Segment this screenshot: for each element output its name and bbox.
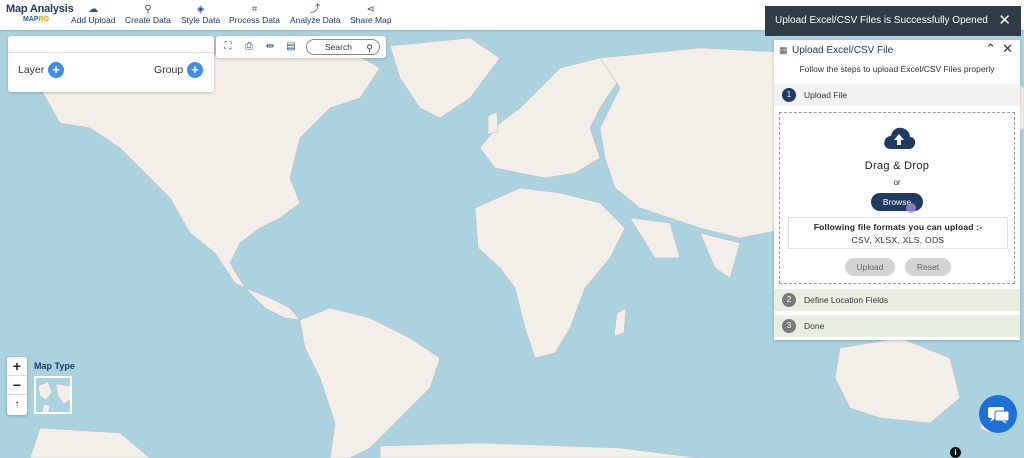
- dropzone-title: Drag & Drop: [864, 160, 930, 172]
- map-tools-bar: ⛶ ⎙ ⇹ ▤ Search ⚲: [216, 36, 386, 58]
- brand-subtitle: MAPRO: [6, 16, 66, 23]
- step-label: Done: [804, 321, 825, 331]
- add-layer-button[interactable]: +: [48, 62, 64, 78]
- layer-panel-divider: [8, 52, 214, 53]
- group-label: Group: [154, 64, 184, 76]
- process-nodes-icon: ⌗: [251, 4, 258, 15]
- zoom-out-button[interactable]: −: [7, 376, 27, 395]
- brand-logo[interactable]: Map Analysis MAPRO: [6, 3, 74, 23]
- menu-share-map-label: Share Map: [350, 15, 392, 25]
- menu-process-data[interactable]: ⌗ Process Data: [229, 4, 280, 25]
- reset-north-button[interactable]: ↑: [7, 395, 27, 414]
- toast-message: Upload Excel/CSV Files is Successfully O…: [775, 15, 988, 26]
- zoom-in-button[interactable]: +: [7, 357, 27, 376]
- cloud-upload-icon: [884, 127, 916, 149]
- file-formats-box: Following file formats you can upload :-…: [788, 217, 1008, 249]
- step-number: 1: [782, 88, 796, 102]
- map-type-label: Map Type: [34, 361, 75, 371]
- collapse-icon[interactable]: ⌃: [985, 41, 996, 57]
- map-thumbnail-image: [37, 381, 70, 412]
- menu-add-upload[interactable]: ☁ Add Upload: [71, 4, 115, 25]
- print-icon[interactable]: ⎙: [243, 41, 255, 53]
- measure-icon[interactable]: ⇹: [264, 41, 276, 53]
- upload-panel-subtitle: Follow the steps to upload Excel/CSV Fil…: [799, 64, 995, 74]
- menu-style-data-label: Style Data: [181, 15, 221, 25]
- search-label: Search: [325, 42, 352, 52]
- step-define-location[interactable]: 2 Define Location Fields: [774, 289, 1020, 311]
- search-icon: ⚲: [366, 43, 373, 53]
- brand-title: Map Analysis: [6, 3, 74, 15]
- chat-button[interactable]: [979, 395, 1017, 433]
- menu-style-data[interactable]: ◈ Style Data: [181, 4, 220, 25]
- map-type-thumbnail[interactable]: [34, 376, 72, 414]
- layer-panel: Layer + Group +: [8, 36, 214, 92]
- step-label: Upload File: [804, 90, 847, 100]
- upload-panel: ▦ Upload Excel/CSV File ⌃ ✕ Follow the s…: [774, 40, 1020, 340]
- menu-create-data-label: Create Data: [125, 15, 171, 25]
- formats-list: CSV, XLSX, XLS, ODS: [851, 235, 945, 245]
- step-upload-file[interactable]: 1 Upload File: [774, 84, 1020, 106]
- info-icon[interactable]: i: [950, 447, 961, 458]
- success-toast: Upload Excel/CSV Files is Successfully O…: [765, 6, 1021, 36]
- step-number: 3: [782, 319, 796, 333]
- brand-sub-prefix: MAP: [22, 16, 39, 23]
- menu-add-upload-label: Add Upload: [71, 15, 116, 25]
- menu-analyze-data-label: Analyze Data: [290, 15, 341, 25]
- pointer-cursor-icon: [906, 203, 916, 213]
- reset-button[interactable]: Reset: [905, 258, 951, 276]
- fullscreen-icon[interactable]: ⛶: [222, 41, 234, 53]
- step-number: 2: [782, 293, 796, 307]
- menu-analyze-data[interactable]: ⤴ Analyze Data: [290, 4, 341, 25]
- upload-panel-title: Upload Excel/CSV File: [792, 45, 894, 56]
- close-panel-icon[interactable]: ✕: [1002, 41, 1013, 57]
- add-group-button[interactable]: +: [187, 62, 203, 78]
- table-icon: ▦: [779, 45, 788, 55]
- menu-process-data-label: Process Data: [229, 15, 281, 25]
- analyze-chart-icon: ⤴: [310, 4, 321, 15]
- comment-icon[interactable]: ▤: [285, 41, 297, 53]
- chat-bubble-icon: [988, 407, 1010, 424]
- menu-create-data[interactable]: ⚲ Create Data: [125, 4, 171, 25]
- layer-label: Layer: [18, 64, 45, 76]
- step-label: Define Location Fields: [804, 295, 889, 305]
- formats-title: Following file formats you can upload :-: [813, 222, 983, 232]
- dropzone-or: or: [893, 178, 901, 187]
- brand-sub-accent: RO: [38, 16, 50, 23]
- cloud-upload-icon: ☁: [88, 4, 99, 15]
- upload-panel-header: ▦ Upload Excel/CSV File ⌃ ✕: [774, 40, 1020, 60]
- upload-button[interactable]: Upload: [845, 258, 895, 276]
- file-dropzone[interactable]: Drag & Drop or Browse Following file for…: [779, 112, 1015, 284]
- paint-bucket-icon: ◈: [196, 4, 205, 15]
- map-pin-icon: ⚲: [144, 4, 152, 15]
- zoom-controls: + − ↑: [7, 357, 27, 415]
- step-done[interactable]: 3 Done: [774, 315, 1020, 337]
- menu-share-map[interactable]: ⋖ Share Map: [350, 4, 392, 25]
- search-input[interactable]: Search ⚲: [306, 39, 380, 55]
- share-icon: ⋖: [366, 4, 375, 15]
- close-icon[interactable]: ✕: [998, 6, 1011, 36]
